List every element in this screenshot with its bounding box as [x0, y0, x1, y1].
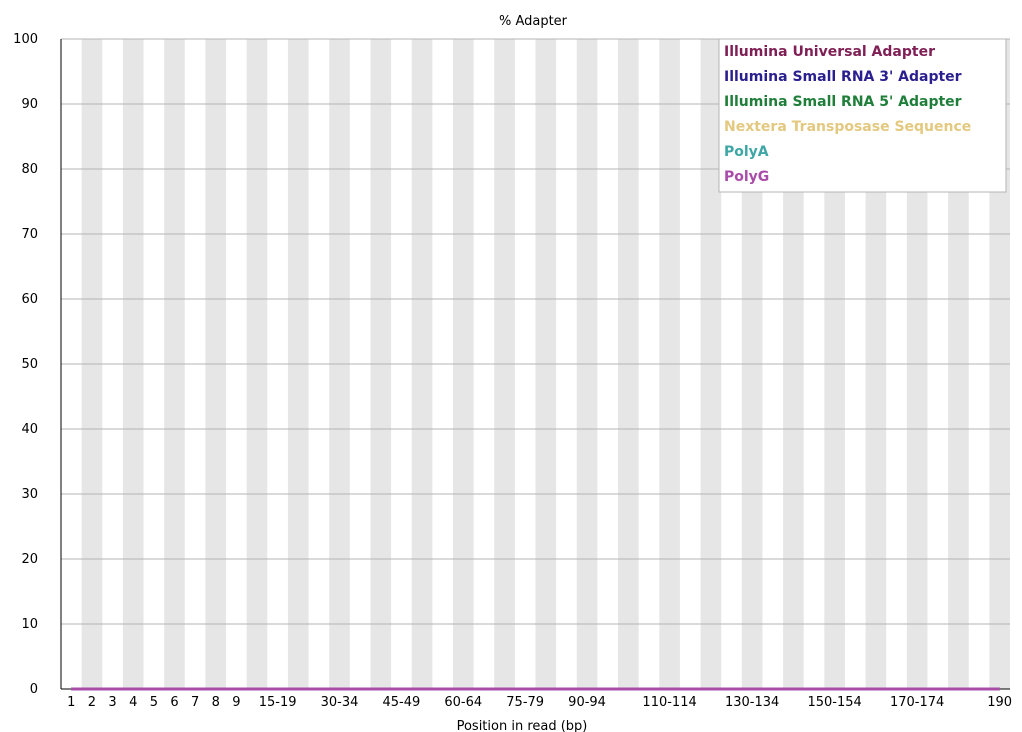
y-tick-20: 20 — [21, 552, 38, 567]
x-tick-4: 4 — [129, 695, 137, 710]
y-tick-0: 0 — [30, 682, 38, 697]
x-tick-110-114: 110-114 — [642, 695, 696, 710]
x-tick-150-154: 150-154 — [807, 695, 861, 710]
y-tick-70: 70 — [21, 227, 38, 242]
x-tick-6: 6 — [170, 695, 178, 710]
x-tick-1: 1 — [67, 695, 75, 710]
y-tick-60: 60 — [21, 292, 38, 307]
y-tick-30: 30 — [21, 487, 38, 502]
x-tick-7: 7 — [191, 695, 199, 710]
y-tick-80: 80 — [21, 162, 38, 177]
x-tick-5: 5 — [150, 695, 158, 710]
chart-title: % Adapter — [499, 14, 568, 29]
x-tick-3: 3 — [108, 695, 116, 710]
x-tick-60-64: 60-64 — [444, 695, 482, 710]
x-tick-9: 9 — [232, 695, 240, 710]
legend-entry-2: Illumina Small RNA 5' Adapter — [724, 94, 962, 110]
y-tick-90: 90 — [21, 97, 38, 112]
x-axis-label: Position in read (bp) — [457, 719, 588, 732]
x-tick-15-19: 15-19 — [259, 695, 297, 710]
y-tick-50: 50 — [21, 357, 38, 372]
x-tick-2: 2 — [88, 695, 96, 710]
legend-entry-4: PolyA — [724, 144, 769, 160]
legend-entry-1: Illumina Small RNA 3' Adapter — [724, 69, 962, 85]
legend: Illumina Universal Adapter Illumina Small… — [718, 38, 1007, 193]
y-tick-40: 40 — [21, 422, 38, 437]
y-tick-10: 10 — [21, 617, 38, 632]
x-tick-130-134: 130-134 — [725, 695, 779, 710]
x-axis-ticks: 1 2 3 4 5 6 7 8 9 15-19 30-34 45-49 60-64 75-79 90-94 1… — [67, 695, 1012, 710]
x-tick-190: 190 — [987, 695, 1012, 710]
legend-entry-0: Illumina Universal Adapter — [724, 44, 935, 60]
x-tick-170-174: 170-174 — [890, 695, 944, 710]
x-tick-8: 8 — [212, 695, 220, 710]
x-tick-90-94: 90-94 — [568, 695, 606, 710]
y-axis-ticks: 0 10 20 30 40 50 60 70 80 90 100 — [13, 32, 38, 697]
x-tick-30-34: 30-34 — [321, 695, 359, 710]
legend-entry-3: Nextera Transposase Sequence — [724, 119, 971, 135]
adapter-content-chart: 0 10 20 30 40 50 60 70 80 90 100 1 2 3 4 5 6 7 8 9 15-19 30-… — [13, 14, 1012, 732]
y-tick-100: 100 — [13, 32, 38, 47]
x-tick-75-79: 75-79 — [506, 695, 544, 710]
x-tick-45-49: 45-49 — [383, 695, 421, 710]
legend-entry-5: PolyG — [724, 169, 769, 185]
